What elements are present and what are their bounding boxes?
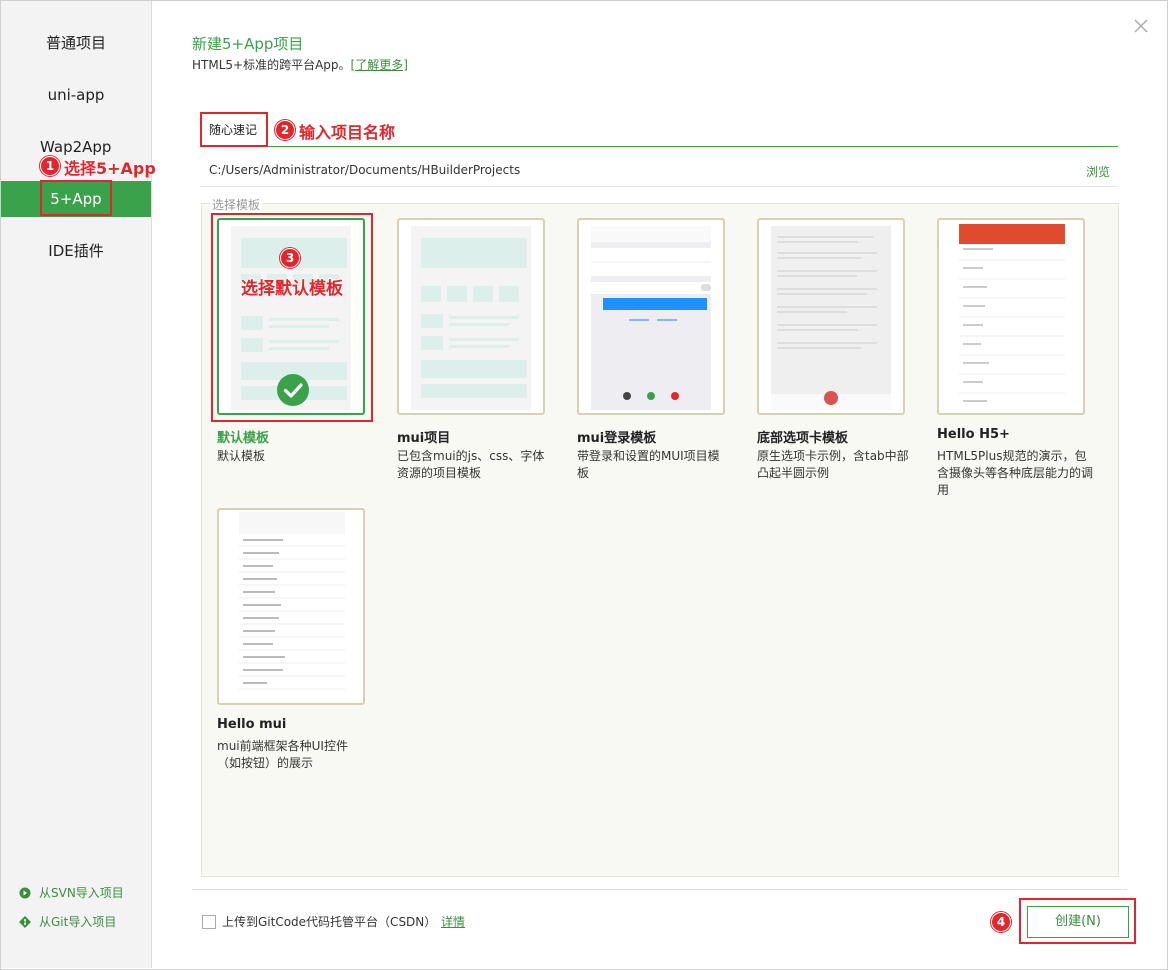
annotation-text-3: 选择默认模板 bbox=[241, 279, 343, 299]
template-card-mui-login[interactable] bbox=[577, 218, 725, 415]
project-path-value: C:/Users/Administrator/Documents/HBuilde… bbox=[209, 163, 521, 177]
template-desc-bottom-tab: 原生选项卡示例，含tab中部凸起半圆示例 bbox=[757, 449, 909, 480]
template-desc-mui: 已包含mui的js、css、字体资源的项目模板 bbox=[397, 449, 545, 480]
bottom-tab-thumbnail bbox=[771, 226, 891, 410]
close-icon[interactable] bbox=[1132, 17, 1150, 35]
annotation-text-2: 输入项目名称 bbox=[299, 123, 396, 142]
sidebar: 普通项目 uni-app Wap2App 5+App IDE插件 从SVN导入项… bbox=[1, 1, 152, 968]
page-title: 新建5+App项目 bbox=[192, 35, 304, 53]
sidebar-item-ide-plugin[interactable]: IDE插件 bbox=[1, 233, 151, 269]
template-title-hello-h5plus: Hello H5+ bbox=[937, 427, 1010, 442]
sidebar-item-uni-app[interactable]: uni-app bbox=[1, 77, 151, 113]
import-svn-label: 从SVN导入项目 bbox=[39, 886, 124, 900]
mui-login-thumbnail bbox=[591, 226, 711, 410]
hello-mui-thumbnail bbox=[231, 512, 351, 702]
annotation-text-1: 选择5+App bbox=[64, 159, 156, 178]
import-svn-link[interactable]: 从SVN导入项目 bbox=[19, 884, 124, 901]
browse-button[interactable]: 浏览 bbox=[1086, 163, 1110, 180]
annotation-badge-2: 2 bbox=[275, 120, 295, 140]
template-card-hello-h5plus[interactable] bbox=[937, 218, 1085, 415]
import-git-link[interactable]: 从Git导入项目 bbox=[19, 913, 116, 930]
mui-template-thumbnail bbox=[411, 226, 531, 410]
template-desc-mui-login: 带登录和设置的MUI项目模板 bbox=[577, 449, 720, 480]
sidebar-item-normal-project[interactable]: 普通项目 bbox=[1, 25, 151, 61]
annotation-box-4 bbox=[1019, 898, 1136, 944]
template-title-hello-mui: Hello mui bbox=[217, 717, 287, 732]
template-desc-hello-mui: mui前端框架各种UI控件（如按钮）的展示 bbox=[217, 739, 348, 770]
template-card-hello-mui[interactable] bbox=[217, 508, 365, 705]
annotation-box-1 bbox=[40, 180, 112, 216]
annotation-badge-1: 1 bbox=[40, 156, 60, 176]
learn-more-link[interactable]: [了解更多] bbox=[351, 58, 408, 72]
template-title-mui-login: mui登录模板 bbox=[577, 431, 657, 446]
template-title-mui: mui项目 bbox=[397, 431, 451, 446]
import-git-label: 从Git导入项目 bbox=[39, 915, 117, 929]
template-title-bottom-tab: 底部选项卡模板 bbox=[757, 431, 849, 446]
page-subtitle: HTML5+标准的跨平台App。[了解更多] bbox=[192, 58, 408, 72]
template-card-mui[interactable] bbox=[397, 218, 545, 415]
annotation-badge-4: 4 bbox=[991, 912, 1011, 932]
annotation-box-3 bbox=[211, 213, 373, 422]
hello-h5plus-thumbnail bbox=[951, 222, 1071, 410]
template-title-default: 默认模板 bbox=[217, 431, 270, 446]
annotation-badge-3: 3 bbox=[280, 248, 300, 268]
footer-divider bbox=[192, 889, 1127, 890]
svn-icon bbox=[19, 887, 31, 898]
template-desc-default: 默认模板 bbox=[217, 449, 266, 463]
template-card-bottom-tab[interactable] bbox=[757, 218, 905, 415]
upload-label: 上传到GitCode代码托管平台（CSDN） bbox=[222, 915, 437, 929]
annotation-box-2 bbox=[200, 112, 268, 147]
upload-checkbox[interactable] bbox=[202, 915, 216, 929]
template-desc-hello-h5plus: HTML5Plus规范的演示，包含摄像头等各种底层能力的调用 bbox=[937, 449, 1094, 497]
git-icon bbox=[19, 915, 31, 928]
detail-link[interactable]: 详情 bbox=[441, 913, 465, 930]
template-legend: 选择模板 bbox=[210, 196, 263, 213]
